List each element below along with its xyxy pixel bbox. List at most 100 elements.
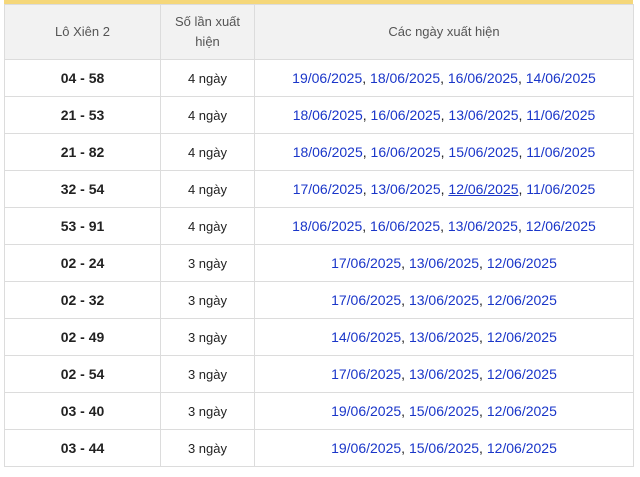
date-separator: , <box>401 255 409 271</box>
table-row: 53 - 91 4 ngày 18/06/2025, 16/06/2025, 13/… <box>4 207 634 245</box>
date-separator: , <box>362 218 371 234</box>
date-link[interactable]: 19/06/2025 <box>331 403 401 419</box>
date-link[interactable]: 15/06/2025 <box>409 440 479 456</box>
table-row: 02 - 49 3 ngày 14/06/2025, 13/06/2025, 12/… <box>4 318 634 356</box>
count-cell: 4 ngày <box>160 59 255 97</box>
table-row: 02 - 24 3 ngày 17/06/2025, 13/06/2025, 12/… <box>4 244 634 282</box>
date-link[interactable]: 12/06/2025 <box>487 366 557 382</box>
dates-cell: 18/06/2025, 16/06/2025, 13/06/2025, 11/0… <box>254 96 634 134</box>
date-link[interactable]: 15/06/2025 <box>409 403 479 419</box>
header-dates: Các ngày xuất hiện <box>254 4 634 60</box>
pair-cell: 02 - 54 <box>4 355 161 393</box>
count-cell: 4 ngày <box>160 207 255 245</box>
count-cell: 3 ngày <box>160 281 255 319</box>
date-link[interactable]: 18/06/2025 <box>293 144 363 160</box>
date-separator: , <box>362 70 371 86</box>
date-link[interactable]: 17/06/2025 <box>331 366 401 382</box>
date-link[interactable]: 12/06/2025 <box>487 440 557 456</box>
date-link[interactable]: 11/06/2025 <box>526 144 595 160</box>
pair-cell: 03 - 40 <box>4 392 161 430</box>
dates-cell: 19/06/2025, 15/06/2025, 12/06/2025 <box>254 429 634 467</box>
pair-cell: 02 - 32 <box>4 281 161 319</box>
date-link[interactable]: 12/06/2025 <box>487 329 557 345</box>
table-row: 21 - 53 4 ngày 18/06/2025, 16/06/2025, 13/… <box>4 96 634 134</box>
lo-xien-table: Lô Xiên 2 Số lần xuất hiện Các ngày xuất… <box>4 4 634 467</box>
date-link[interactable]: 17/06/2025 <box>293 181 363 197</box>
date-link[interactable]: 17/06/2025 <box>331 255 401 271</box>
count-cell: 4 ngày <box>160 133 255 171</box>
pair-cell: 02 - 24 <box>4 244 161 282</box>
date-link[interactable]: 12/06/2025 <box>487 403 557 419</box>
pair-cell: 21 - 53 <box>4 96 161 134</box>
count-cell: 3 ngày <box>160 355 255 393</box>
date-link[interactable]: 16/06/2025 <box>370 218 440 234</box>
date-separator: , <box>440 70 448 86</box>
dates-cell: 17/06/2025, 13/06/2025, 12/06/2025 <box>254 355 634 393</box>
date-link[interactable]: 13/06/2025 <box>409 292 479 308</box>
date-link[interactable]: 13/06/2025 <box>409 329 479 345</box>
date-separator: , <box>517 218 526 234</box>
date-link[interactable]: 19/06/2025 <box>331 440 401 456</box>
date-separator: , <box>362 107 371 123</box>
pair-cell: 53 - 91 <box>4 207 161 245</box>
date-link[interactable]: 11/06/2025 <box>526 107 595 123</box>
dates-cell: 19/06/2025, 18/06/2025, 16/06/2025, 14/0… <box>254 59 634 97</box>
date-separator: , <box>517 70 526 86</box>
date-link[interactable]: 16/06/2025 <box>448 70 518 86</box>
date-link[interactable]: 13/06/2025 <box>409 255 479 271</box>
header-count: Số lần xuất hiện <box>160 4 255 60</box>
date-separator: , <box>479 440 487 456</box>
date-separator: , <box>401 292 409 308</box>
date-separator: , <box>479 329 487 345</box>
count-cell: 3 ngày <box>160 429 255 467</box>
date-link[interactable]: 13/06/2025 <box>409 366 479 382</box>
dates-cell: 14/06/2025, 13/06/2025, 12/06/2025 <box>254 318 634 356</box>
table-row: 04 - 58 4 ngày 19/06/2025, 18/06/2025, 16/… <box>4 59 634 97</box>
date-separator: , <box>479 366 487 382</box>
date-link[interactable]: 14/06/2025 <box>331 329 401 345</box>
date-link[interactable]: 13/06/2025 <box>448 107 518 123</box>
date-link[interactable]: 15/06/2025 <box>448 144 518 160</box>
date-link[interactable]: 13/06/2025 <box>448 218 518 234</box>
date-separator: , <box>401 329 409 345</box>
dates-cell: 17/06/2025, 13/06/2025, 12/06/2025, 11/0… <box>254 170 634 208</box>
pair-cell: 04 - 58 <box>4 59 161 97</box>
date-link[interactable]: 16/06/2025 <box>371 107 441 123</box>
date-link[interactable]: 17/06/2025 <box>331 292 401 308</box>
date-separator: , <box>401 366 409 382</box>
date-separator: , <box>479 403 487 419</box>
date-link[interactable]: 18/06/2025 <box>370 70 440 86</box>
date-separator: , <box>479 292 487 308</box>
count-cell: 4 ngày <box>160 170 255 208</box>
dates-cell: 17/06/2025, 13/06/2025, 12/06/2025 <box>254 281 634 319</box>
dates-cell: 19/06/2025, 15/06/2025, 12/06/2025 <box>254 392 634 430</box>
date-link[interactable]: 12/06/2025 <box>448 181 518 197</box>
date-link[interactable]: 11/06/2025 <box>526 181 595 197</box>
date-link[interactable]: 16/06/2025 <box>371 144 441 160</box>
pair-cell: 21 - 82 <box>4 133 161 171</box>
results-panel: Lô Xiên 2 Số lần xuất hiện Các ngày xuất… <box>4 0 634 467</box>
date-link[interactable]: 13/06/2025 <box>371 181 441 197</box>
date-link[interactable]: 18/06/2025 <box>292 218 362 234</box>
table-row: 21 - 82 4 ngày 18/06/2025, 16/06/2025, 15/… <box>4 133 634 171</box>
count-cell: 3 ngày <box>160 318 255 356</box>
date-link[interactable]: 19/06/2025 <box>292 70 362 86</box>
date-separator: , <box>362 144 371 160</box>
date-separator: , <box>401 440 409 456</box>
date-link[interactable]: 12/06/2025 <box>487 255 557 271</box>
pair-cell: 03 - 44 <box>4 429 161 467</box>
date-separator: , <box>479 255 487 271</box>
table-row: 03 - 44 3 ngày 19/06/2025, 15/06/2025, 12/… <box>4 429 634 467</box>
table-row: 02 - 32 3 ngày 17/06/2025, 13/06/2025, 12/… <box>4 281 634 319</box>
count-cell: 3 ngày <box>160 244 255 282</box>
date-link[interactable]: 12/06/2025 <box>487 292 557 308</box>
header-pair: Lô Xiên 2 <box>4 4 161 60</box>
table-row: 32 - 54 4 ngày 17/06/2025, 13/06/2025, 12/… <box>4 170 634 208</box>
date-separator: , <box>440 218 448 234</box>
date-link[interactable]: 12/06/2025 <box>526 218 596 234</box>
dates-cell: 17/06/2025, 13/06/2025, 12/06/2025 <box>254 244 634 282</box>
date-separator: , <box>401 403 409 419</box>
date-link[interactable]: 18/06/2025 <box>293 107 363 123</box>
date-link[interactable]: 14/06/2025 <box>526 70 596 86</box>
pair-cell: 02 - 49 <box>4 318 161 356</box>
